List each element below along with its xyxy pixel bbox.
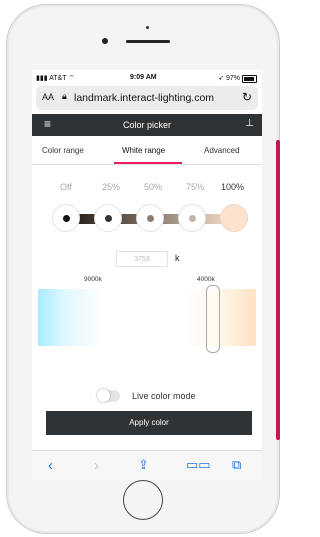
share-icon[interactable]: ⇪ xyxy=(138,457,149,473)
range-max-label: 4000k xyxy=(197,276,215,283)
carrier-label: ▮▮▮ AT&T ⌔ xyxy=(36,75,75,82)
kelvin-unit: k xyxy=(175,253,180,263)
preset-100-button[interactable] xyxy=(220,204,248,232)
preset-50-button[interactable] xyxy=(136,204,164,232)
preset-25-button[interactable] xyxy=(94,204,122,232)
preset-off-button[interactable] xyxy=(52,204,80,232)
toggle-knob[interactable] xyxy=(97,389,110,402)
live-mode-label: Live color mode xyxy=(132,391,196,401)
slider-handle[interactable] xyxy=(206,285,220,353)
active-tab-indicator xyxy=(114,162,182,164)
apply-color-button[interactable]: Apply color xyxy=(46,411,252,435)
browser-toolbar: ‹ › ⇪ ▭▭ ⧉ xyxy=(32,450,262,480)
app-bar: ≡ Color picker ⊥ xyxy=(32,114,262,136)
forward-icon[interactable]: › xyxy=(94,457,99,474)
preset-label-100: 100% xyxy=(221,182,245,192)
preset-75-button[interactable] xyxy=(178,204,206,232)
preset-label-25: 25% xyxy=(102,182,121,192)
device-edge xyxy=(276,140,280,440)
home-button[interactable] xyxy=(123,480,163,520)
wifi-icon: ⌔ xyxy=(68,75,75,82)
battery-icon xyxy=(242,75,257,83)
lock-icon: 🔒︎ xyxy=(62,91,67,101)
tab-bar: Color range White range Advanced xyxy=(32,140,262,165)
earpiece-speaker xyxy=(126,40,170,43)
tab-color-range[interactable]: Color range xyxy=(42,146,84,155)
back-icon[interactable]: ‹ xyxy=(48,457,53,474)
tabs-icon[interactable]: ⧉ xyxy=(232,457,241,473)
status-time: 9:09 AM xyxy=(130,74,157,81)
dot-icon xyxy=(63,215,70,222)
front-camera xyxy=(102,38,108,44)
reload-icon[interactable]: ↻ xyxy=(242,90,252,104)
white-range-slider[interactable] xyxy=(38,285,256,353)
kelvin-row: 3753 k xyxy=(116,251,236,267)
hierarchy-icon[interactable]: ⊥ xyxy=(245,118,254,129)
location-icon: ➶ xyxy=(218,75,225,82)
screen: ▮▮▮ AT&T ⌔ 9:09 AM ➶ 97% AA 🔒︎ landmark.… xyxy=(32,70,262,480)
battery-percent: ➶ 97% xyxy=(218,75,240,82)
address-bar[interactable]: AA 🔒︎ landmark.interact-lighting.com ↻ xyxy=(36,86,258,110)
dot-icon xyxy=(105,215,112,222)
preset-swatches xyxy=(38,204,258,234)
preset-label-75: 75% xyxy=(186,182,205,192)
bookmarks-icon[interactable]: ▭▭ xyxy=(186,457,211,473)
dot-icon xyxy=(189,215,196,222)
signal-icon: ▮▮▮ xyxy=(36,75,48,82)
tab-white-range[interactable]: White range xyxy=(122,146,165,155)
text-size-button[interactable]: AA xyxy=(42,92,54,102)
range-min-label: 9000k xyxy=(84,276,102,283)
preset-label-off: Off xyxy=(60,182,72,192)
url-text[interactable]: landmark.interact-lighting.com xyxy=(74,92,214,104)
live-mode-toggle[interactable] xyxy=(97,389,120,402)
tab-advanced[interactable]: Advanced xyxy=(204,146,240,155)
status-bar: ▮▮▮ AT&T ⌔ 9:09 AM ➶ 97% xyxy=(32,70,262,86)
kelvin-input[interactable]: 3753 xyxy=(116,251,168,267)
dot-icon xyxy=(147,215,154,222)
live-mode-row: Live color mode xyxy=(32,388,262,404)
page-title: Color picker xyxy=(122,120,171,130)
sensor-dot xyxy=(146,26,149,29)
preset-label-50: 50% xyxy=(144,182,163,192)
